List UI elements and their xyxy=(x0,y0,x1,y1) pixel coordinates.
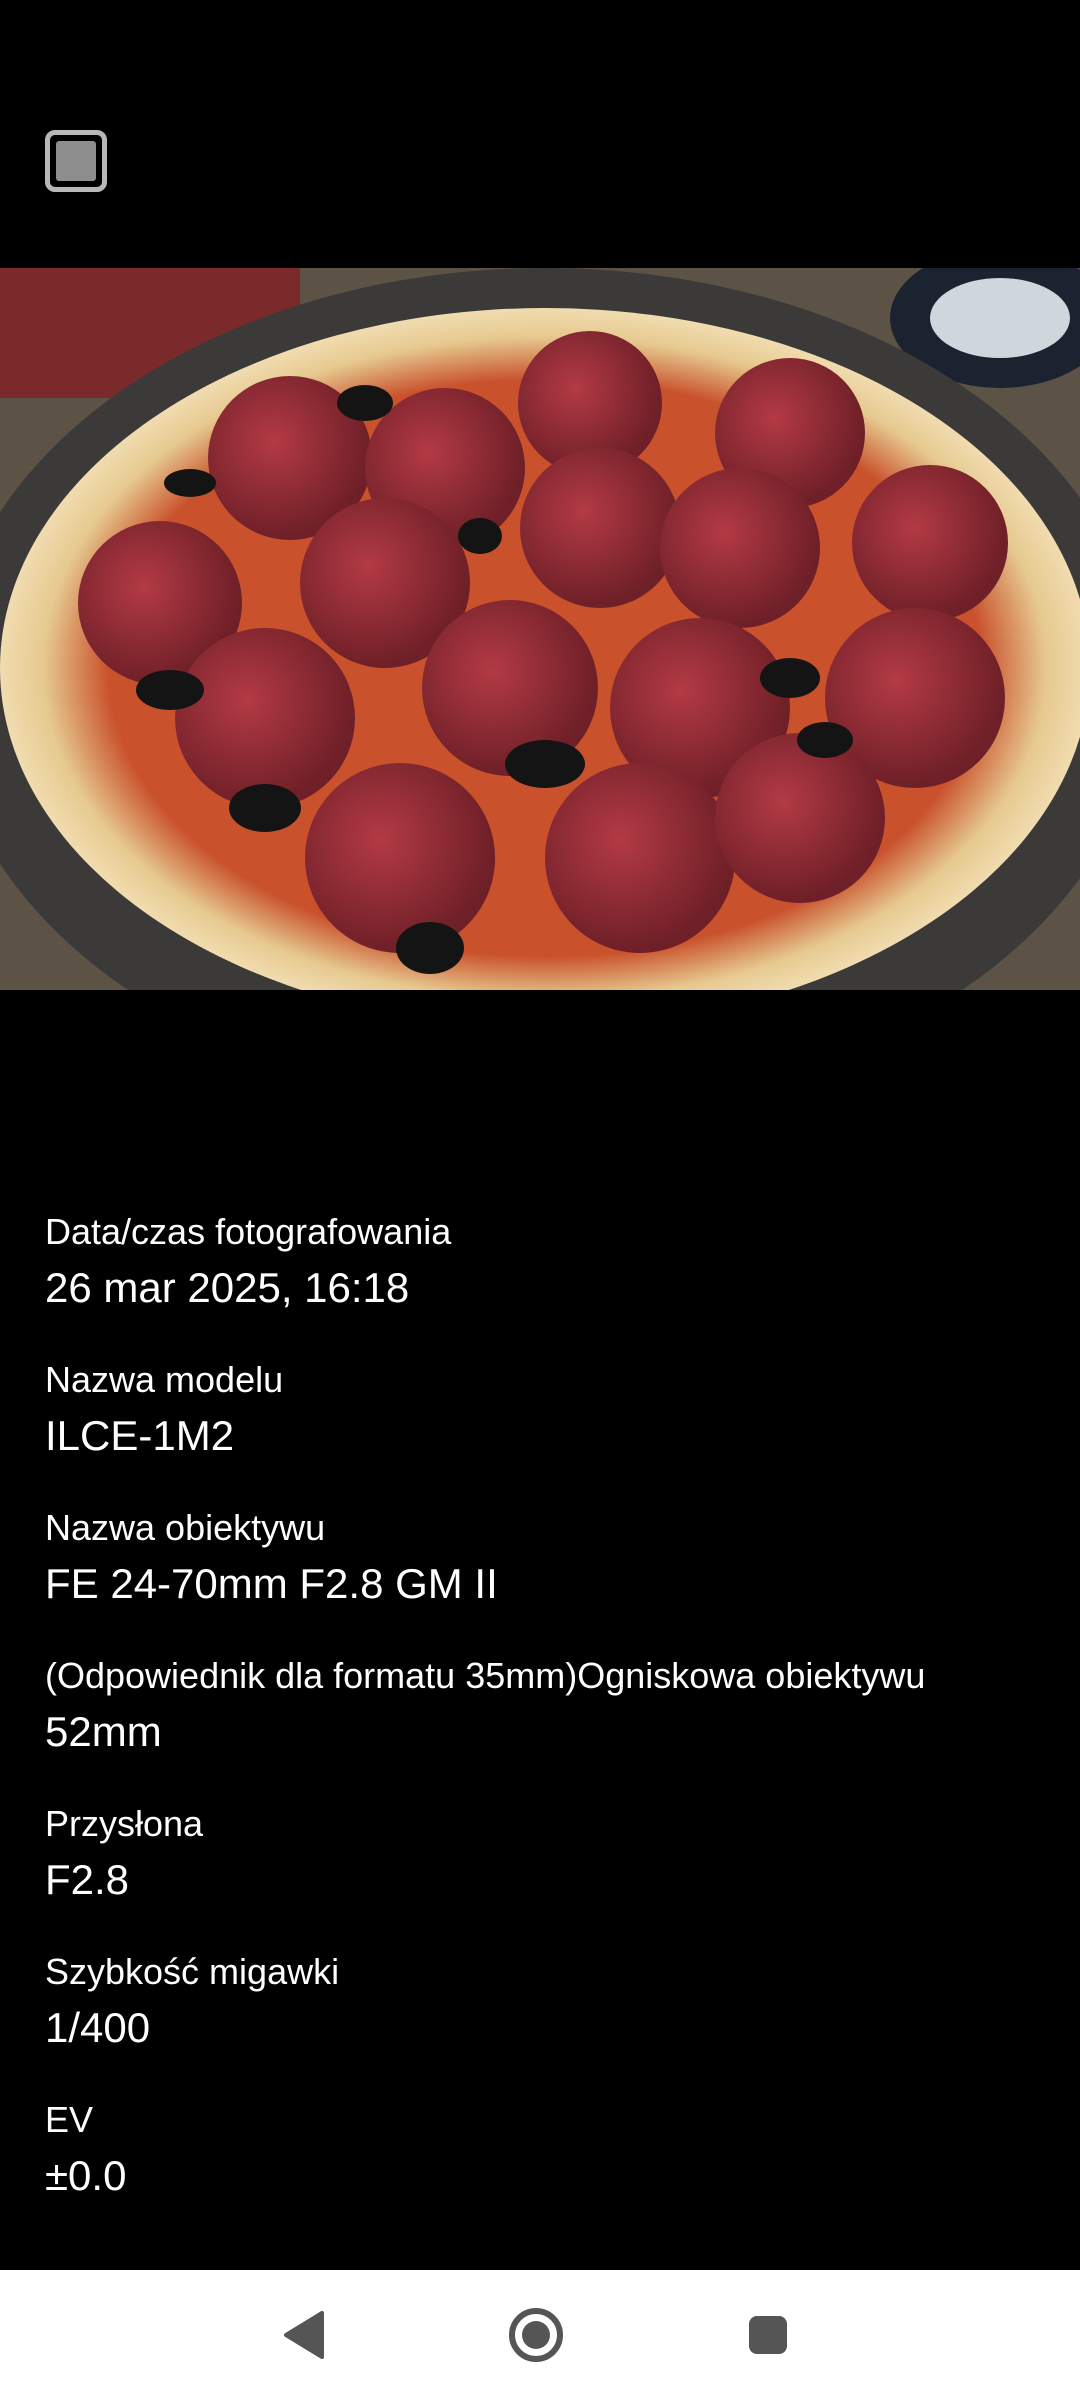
exif-value: ±0.0 xyxy=(45,2152,127,2199)
home-circle-icon xyxy=(509,2308,563,2362)
exif-label: Data/czas fotografowania xyxy=(45,1211,452,1252)
exif-value: ILCE-1M2 xyxy=(45,1412,235,1459)
recent-apps-button[interactable] xyxy=(708,2270,828,2400)
exif-item-model: Nazwa modelu ILCE-1M2 xyxy=(45,1358,1045,1464)
exif-label: (Odpowiednik dla formatu 35mm)Ogniskowa … xyxy=(45,1655,926,1696)
exif-value: 26 mar 2025, 16:18 xyxy=(45,1264,410,1311)
exif-item-focal-length: (Odpowiednik dla formatu 35mm)Ogniskowa … xyxy=(45,1654,1045,1760)
photo-preview[interactable] xyxy=(0,268,1080,990)
exif-label: Nazwa modelu xyxy=(45,1359,284,1400)
exif-label: Szybkość migawki xyxy=(45,1951,340,1992)
checkbox-fill xyxy=(56,141,96,181)
exif-value: 1/400 xyxy=(45,2004,151,2051)
exif-item-ev: EV ±0.0 xyxy=(45,2098,1045,2204)
exif-details: Data/czas fotografowania 26 mar 2025, 16… xyxy=(45,1210,1045,2246)
exif-item-aperture: Przysłona F2.8 xyxy=(45,1802,1045,1908)
exif-item-datetime: Data/czas fotografowania 26 mar 2025, 16… xyxy=(45,1210,1045,1316)
exif-label: EV xyxy=(45,2099,94,2140)
exif-label: Przysłona xyxy=(45,1803,204,1844)
exif-value: 52mm xyxy=(45,1708,162,1755)
back-button[interactable] xyxy=(244,2270,364,2400)
exif-value: F2.8 xyxy=(45,1856,130,1903)
exif-item-shutter: Szybkość migawki 1/400 xyxy=(45,1950,1045,2056)
system-navigation-bar xyxy=(0,2270,1080,2400)
back-triangle-icon xyxy=(284,2311,324,2359)
exif-item-lens: Nazwa obiektywu FE 24-70mm F2.8 GM II xyxy=(45,1506,1045,1612)
recent-square-icon xyxy=(749,2316,787,2354)
exif-label: Nazwa obiektywu xyxy=(45,1507,326,1548)
top-toolbar xyxy=(0,0,1080,268)
home-button[interactable] xyxy=(476,2270,596,2400)
pizza-photo xyxy=(0,268,1080,990)
exif-value: FE 24-70mm F2.8 GM II xyxy=(45,1560,498,1607)
checkbox-icon[interactable] xyxy=(45,130,107,192)
